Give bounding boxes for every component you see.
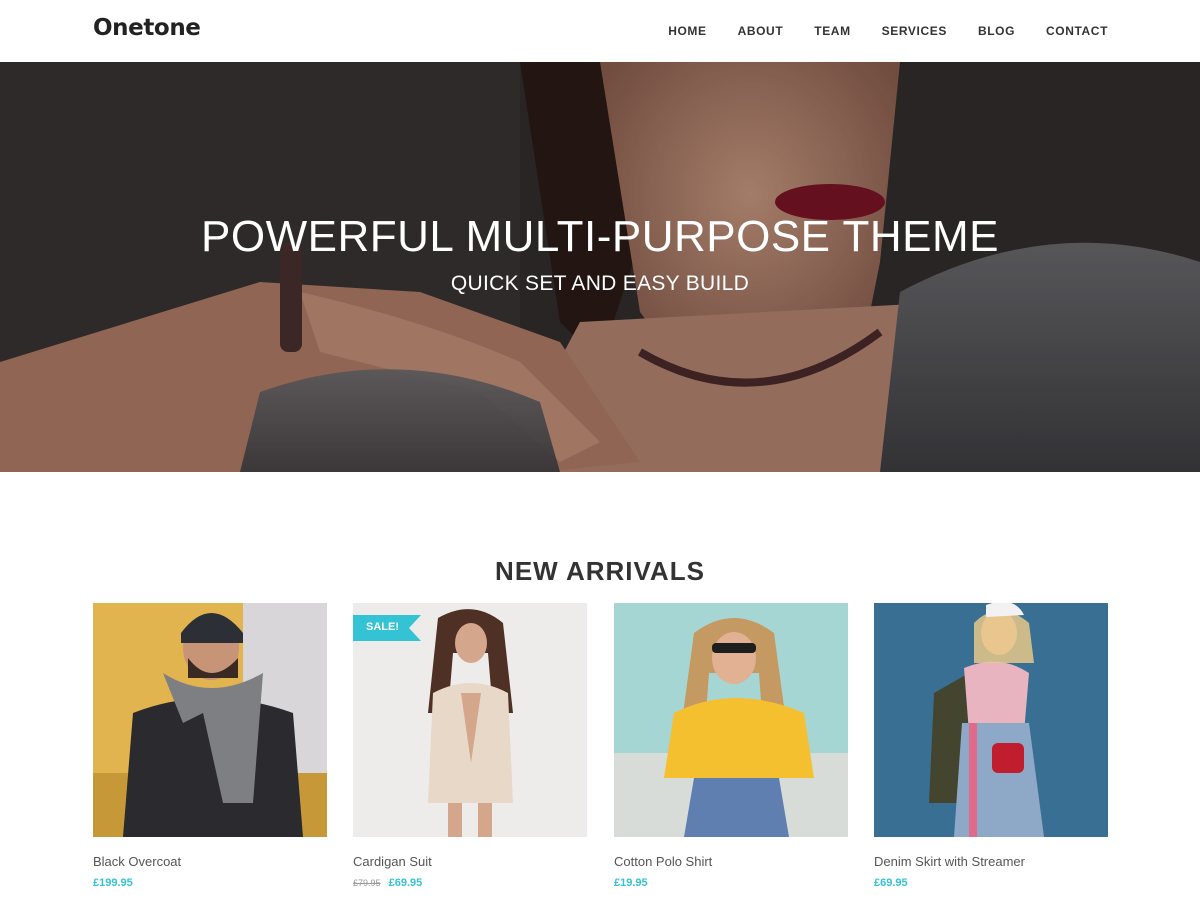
product-price-row: £69.95	[874, 877, 1108, 889]
nav-about[interactable]: ABOUT	[738, 24, 784, 38]
product-price: £19.95	[614, 877, 648, 889]
product-card: Cotton Polo Shirt £19.95	[614, 603, 848, 889]
nav-contact[interactable]: CONTACT	[1046, 24, 1108, 38]
product-photo-black-overcoat	[93, 603, 327, 837]
product-name[interactable]: Cardigan Suit	[353, 854, 587, 869]
site-header: Onetone HOME ABOUT TEAM SERVICES BLOG CO…	[0, 0, 1200, 62]
product-card: Black Overcoat £199.95	[93, 603, 327, 889]
site-logo[interactable]: Onetone	[93, 15, 201, 41]
hero-subtitle: QUICK SET AND EASY BUILD	[450, 272, 750, 295]
product-photo-denim-skirt	[874, 603, 1108, 837]
section-title-new-arrivals: NEW ARRIVALS	[495, 556, 705, 586]
product-card: SALE! Cardigan Suit £79.95 £69.95	[353, 603, 587, 889]
sale-badge-label: SALE!	[366, 621, 399, 633]
product-card: Denim Skirt with Streamer £69.95	[874, 603, 1108, 889]
product-image[interactable]	[874, 603, 1108, 837]
product-image[interactable]	[614, 603, 848, 837]
product-price-row: £19.95	[614, 877, 848, 889]
product-price-row: £79.95 £69.95	[353, 877, 587, 889]
hero-background-image	[0, 62, 1200, 472]
sale-badge: SALE!	[353, 615, 423, 641]
product-price: £69.95	[874, 877, 908, 889]
product-price-row: £199.95	[93, 877, 327, 889]
product-name[interactable]: Cotton Polo Shirt	[614, 854, 848, 869]
product-price: £199.95	[93, 877, 133, 889]
nav-services[interactable]: SERVICES	[882, 24, 947, 38]
product-image[interactable]	[93, 603, 327, 837]
nav-home[interactable]: HOME	[668, 24, 706, 38]
product-image[interactable]: SALE!	[353, 603, 587, 837]
product-name[interactable]: Black Overcoat	[93, 854, 327, 869]
product-old-price: £79.95	[353, 878, 381, 888]
hero-banner: POWERFUL MULTI-PURPOSE THEME QUICK SET A…	[0, 62, 1200, 472]
main-nav: HOME ABOUT TEAM SERVICES BLOG CONTACT	[637, 24, 1108, 38]
nav-blog[interactable]: BLOG	[978, 24, 1015, 38]
product-name[interactable]: Denim Skirt with Streamer	[874, 854, 1108, 869]
product-price: £69.95	[388, 877, 423, 889]
nav-team[interactable]: TEAM	[814, 24, 850, 38]
product-photo-cotton-polo-shirt	[614, 603, 848, 837]
hero-title: POWERFUL MULTI-PURPOSE THEME	[201, 212, 999, 261]
